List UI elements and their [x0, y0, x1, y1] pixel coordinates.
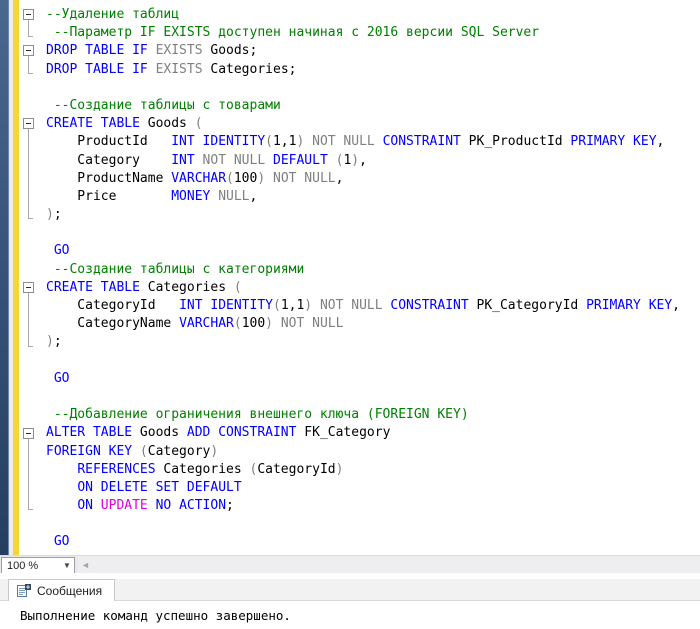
code-line[interactable]: --Создание таблицы с категориями: [46, 261, 700, 279]
zoom-level-value: 100 %: [7, 559, 39, 572]
outline-gutter[interactable]: [0, 0, 44, 555]
code-line[interactable]: DROP TABLE IF EXISTS Goods;: [46, 42, 700, 60]
code-line[interactable]: DROP TABLE IF EXISTS Categories;: [46, 61, 700, 79]
fold-region-end-tick: [28, 218, 33, 220]
code-line[interactable]: ProductId INT IDENTITY(1,1) NOT NULL CON…: [46, 133, 700, 151]
code-line[interactable]: GO: [46, 242, 700, 260]
fold-region-line: [28, 129, 29, 219]
fold-region-line: [28, 56, 29, 73]
code-line[interactable]: --Параметр IF EXISTS доступен начиная с …: [46, 24, 700, 42]
fold-region-line: [28, 20, 29, 37]
fold-collapse-button[interactable]: [23, 9, 34, 20]
code-line[interactable]: FOREIGN KEY (Category): [46, 443, 700, 461]
message-text: Выполнение команд успешно завершено.: [20, 608, 291, 623]
messages-panel: Сообщения Выполнение команд успешно заве…: [0, 579, 700, 629]
code-line[interactable]: );: [46, 333, 700, 351]
fold-collapse-button[interactable]: [23, 118, 34, 130]
code-line[interactable]: CategoryId INT IDENTITY(1,1) NOT NULL CO…: [46, 297, 700, 315]
fold-region-end-tick: [28, 72, 33, 74]
code-line[interactable]: CategoryName VARCHAR(100) NOT NULL: [46, 315, 700, 333]
code-line[interactable]: [46, 515, 700, 533]
code-line[interactable]: [46, 224, 700, 242]
code-area[interactable]: --Удаление таблиц --Параметр IF EXISTS д…: [0, 0, 700, 555]
code-line[interactable]: CREATE TABLE Goods (: [46, 115, 700, 133]
results-tab-bar: Сообщения: [0, 579, 700, 601]
code-line[interactable]: ON UPDATE NO ACTION;: [46, 497, 700, 515]
code-line[interactable]: CREATE TABLE Categories (: [46, 279, 700, 297]
fold-region-end-tick: [28, 509, 33, 511]
horizontal-scrollbar[interactable]: ◄: [78, 556, 700, 574]
code-line[interactable]: [46, 352, 700, 370]
code-line[interactable]: --Добавление ограничения внешнего ключа …: [46, 406, 700, 424]
tab-messages-label: Сообщения: [37, 583, 103, 598]
code-line[interactable]: GO: [46, 370, 700, 388]
code-line[interactable]: ALTER TABLE Goods ADD CONSTRAINT FK_Cate…: [46, 424, 700, 442]
code-line[interactable]: ON DELETE SET DEFAULT: [46, 479, 700, 497]
code-line[interactable]: );: [46, 206, 700, 224]
ssms-window: --Удаление таблиц --Параметр IF EXISTS д…: [0, 0, 700, 629]
fold-region-line: [28, 293, 29, 346]
code-line[interactable]: GO: [46, 533, 700, 551]
fold-collapse-button[interactable]: [23, 282, 34, 293]
tab-messages[interactable]: Сообщения: [8, 579, 116, 601]
fold-region-end-tick: [28, 36, 33, 38]
sql-editor[interactable]: --Удаление таблиц --Параметр IF EXISTS д…: [0, 0, 700, 555]
code-line[interactable]: REFERENCES Categories (CategoryId): [46, 461, 700, 479]
code-line[interactable]: Price MONEY NULL,: [46, 188, 700, 206]
editor-bottom-bar: 100 % ▼ ◄: [0, 555, 700, 574]
chevron-down-icon[interactable]: ▼: [60, 561, 74, 570]
code-line[interactable]: --Создание таблицы с товарами: [46, 97, 700, 115]
code-line[interactable]: --Удаление таблиц: [46, 6, 700, 24]
code-line[interactable]: Category INT NOT NULL DEFAULT (1),: [46, 152, 700, 170]
fold-region-end-tick: [28, 345, 33, 347]
messages-icon: [17, 584, 31, 597]
fold-collapse-button[interactable]: [23, 427, 34, 439]
zoom-level-select[interactable]: 100 % ▼: [1, 557, 75, 574]
fold-collapse-button[interactable]: [23, 45, 34, 57]
code-line[interactable]: ProductName VARCHAR(100) NOT NULL,: [46, 170, 700, 188]
code-line[interactable]: [46, 388, 700, 406]
code-line[interactable]: [46, 79, 700, 97]
scroll-left-icon[interactable]: ◄: [78, 560, 90, 570]
fold-region-line: [28, 438, 29, 510]
messages-output[interactable]: Выполнение команд успешно завершено.: [0, 601, 700, 629]
